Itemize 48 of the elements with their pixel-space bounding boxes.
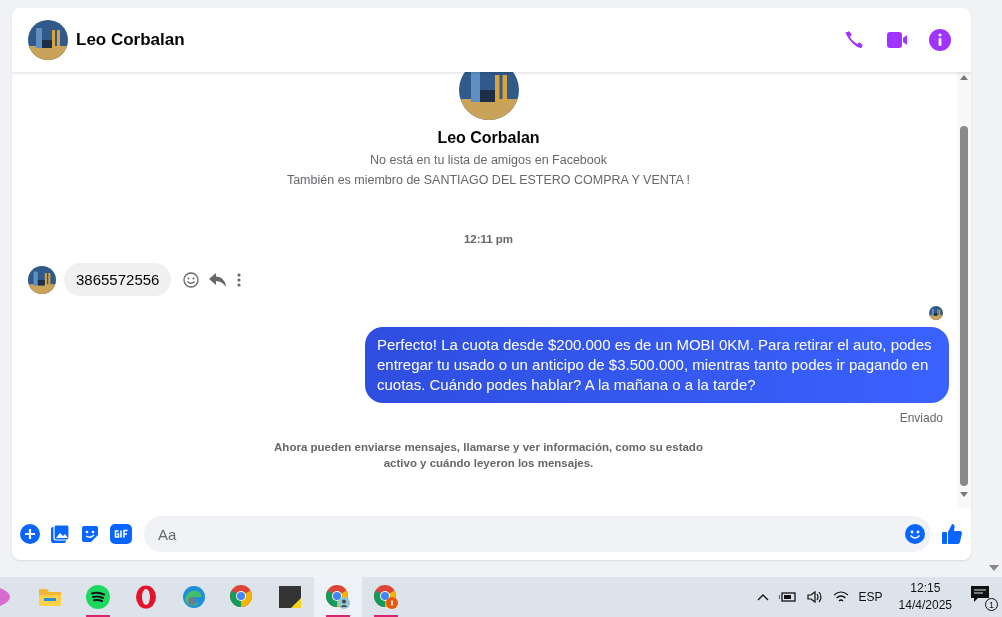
message-field[interactable]: Aa	[144, 516, 931, 552]
more-icon[interactable]	[237, 272, 242, 287]
info-icon[interactable]	[929, 29, 951, 51]
clock-time[interactable]: 12:15	[910, 580, 941, 597]
chrome-icon[interactable]	[229, 584, 255, 610]
profile-info-text: No está en tu lista de amigos en Facebook	[370, 153, 607, 167]
contact-name[interactable]: Leo Corbalan	[76, 30, 835, 50]
chat-notice: Ahora pueden enviarse mensajes, llamarse y ver información, como su estado activo y cuándo leyeron los mensajes.	[273, 440, 704, 471]
sender-avatar	[28, 265, 56, 294]
scrollbar[interactable]	[957, 72, 971, 508]
add-icon[interactable]	[20, 524, 40, 544]
chrome-icon[interactable]	[325, 584, 351, 610]
message-timestamp: 12:11 pm	[463, 233, 514, 245]
incoming-message: 3865572556	[64, 263, 172, 296]
wifi-icon[interactable]	[832, 590, 849, 604]
video-camera-icon[interactable]	[885, 29, 909, 51]
speaker-icon[interactable]	[806, 590, 823, 604]
image-icon[interactable]	[50, 524, 70, 544]
profile-info-text: También es miembro de SANTIAGO DEL ESTERO COMPRA Y VENTA !	[286, 173, 691, 187]
sticker-icon[interactable]	[80, 524, 100, 544]
outgoing-message: Perfecto! La cuota desde $200.000 es de un MOBI 0KM. Para retirar el auto, podes entregar tu usado o un anticipo de $3.500.000, mientras tanto podes ir pagando en cuotas. Cuándo podes hablar? A la mañana o a la tarde?	[365, 327, 949, 403]
scroll-down-icon[interactable]	[960, 492, 968, 498]
o-browser-icon[interactable]	[135, 585, 157, 609]
sticky-notes-icon[interactable]	[279, 586, 301, 608]
chevron-up-icon[interactable]	[756, 593, 769, 601]
message-input[interactable]: Aa	[156, 524, 905, 544]
emoji-icon[interactable]	[905, 524, 925, 544]
scrollbar-thumb[interactable]	[960, 126, 968, 486]
profile-photo	[458, 72, 519, 120]
scroll-down-icon[interactable]	[989, 565, 999, 571]
music-app-icon[interactable]	[86, 585, 110, 609]
language-indicator[interactable]: ESP	[858, 590, 883, 604]
notification-count: 1	[985, 598, 998, 611]
reply-icon[interactable]	[209, 271, 228, 288]
read-receipt-avatar	[929, 306, 943, 320]
smiley-icon[interactable]	[183, 271, 200, 288]
message-status: Enviado	[899, 411, 943, 425]
like-icon[interactable]	[941, 523, 963, 545]
battery-icon[interactable]	[778, 591, 797, 603]
scroll-up-icon[interactable]	[960, 74, 968, 80]
edge-icon[interactable]	[182, 585, 206, 609]
folder-icon[interactable]	[38, 586, 62, 608]
phone-icon[interactable]	[843, 29, 865, 51]
profile-avatar	[28, 20, 68, 60]
chrome-icon[interactable]	[373, 584, 399, 610]
profile-name: Leo Corbalan	[437, 129, 540, 147]
clock-date[interactable]: 14/4/2025	[898, 597, 952, 614]
gif-icon[interactable]	[110, 524, 132, 544]
